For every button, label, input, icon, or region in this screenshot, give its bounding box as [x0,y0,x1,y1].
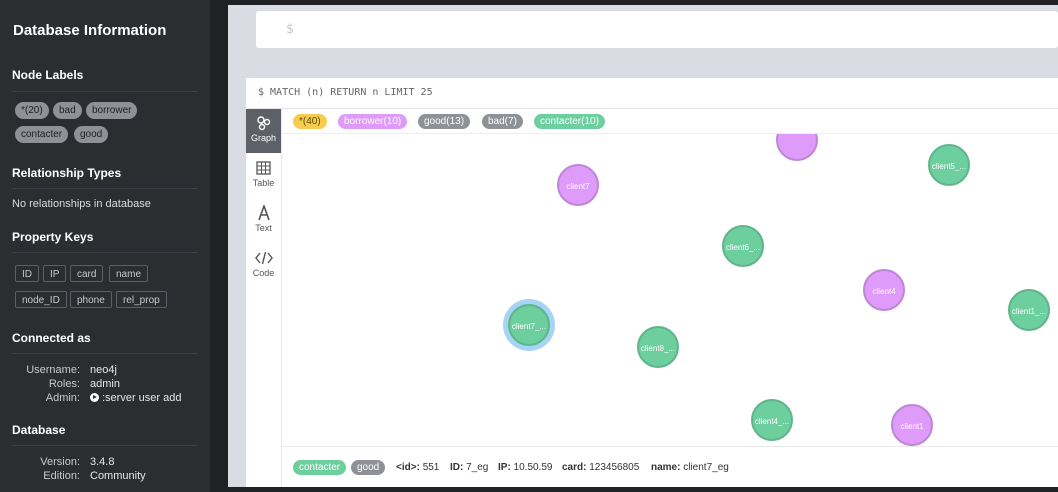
text-icon [257,205,270,221]
database-heading: Database [12,423,66,437]
tab-table[interactable]: Table [246,154,281,198]
node-label-good[interactable]: good [74,126,109,143]
graph-node[interactable]: client7 [557,164,599,206]
graph-node[interactable]: client8_... [637,326,679,368]
divider [12,353,197,354]
main-stream: $ $ MATCH (n) RETURN n LIMIT 25 Graph Ta… [228,5,1058,487]
tab-text[interactable]: Text [246,199,281,243]
edition-value: Community [90,470,146,482]
graph-node[interactable]: client4_... [751,399,793,441]
legend-label-all[interactable]: *(40) [293,114,327,129]
node-label-contacter[interactable]: contacter [15,126,69,143]
prop-internal-id: <id>: 551 [396,462,440,473]
server-user-add-text: :server user add [102,392,182,404]
property-keys-heading: Property Keys [12,230,94,244]
version-value: 3.4.8 [90,456,115,468]
connected-as-heading: Connected as [12,331,91,345]
legend-label-good[interactable]: good(13) [418,114,471,129]
property-key-id[interactable]: ID [15,265,39,282]
graph-canvas[interactable]: client5_... client7 client6_... client4 … [282,134,1058,446]
username-label: Username: [26,364,80,376]
tab-code[interactable]: Code [246,244,281,288]
frame-query[interactable]: $ MATCH (n) RETURN n LIMIT 25 [258,87,433,98]
version-label: Version: [40,456,80,468]
admin-label: Admin: [45,392,80,404]
username-value: neo4j [90,364,117,376]
frame-header: $ MATCH (n) RETURN n LIMIT 25 [246,78,1058,109]
graph-node[interactable]: client4 [863,269,905,311]
status-label-contacter[interactable]: contacter [293,460,347,475]
divider [12,252,197,253]
graph-node-selected[interactable]: client7_... [508,304,550,346]
play-icon [90,393,99,402]
roles-label: Roles: [48,378,80,390]
tab-table-label: Table [252,178,275,188]
label-legend: *(40) borrower(10) good(13) bad(7) conta… [282,109,1058,134]
property-key-name[interactable]: name [109,265,149,282]
prop-id: ID: 7_eg [450,462,489,473]
graph-node[interactable]: client5_... [928,144,970,186]
edition-label: Edition: [43,470,80,482]
divider [12,445,197,446]
code-icon [254,251,273,265]
graph-node[interactable] [776,134,818,161]
tab-graph[interactable]: Graph [246,109,281,153]
relationship-types-heading: Relationship Types [12,166,122,180]
prop-ip: IP: 10.50.59 [498,462,553,473]
prop-card: card: 123456805 [562,462,640,473]
cypher-editor[interactable]: $ [256,11,1058,48]
sidebar-title: Database Information [13,22,167,39]
property-key-card[interactable]: card [70,265,104,282]
node-label-bad[interactable]: bad [53,102,82,119]
server-user-add-link[interactable]: :server user add [90,392,181,404]
property-key-node-id[interactable]: node_ID [15,291,67,308]
database-info-sidebar: Database Information Node Labels *(20) b… [0,0,210,492]
node-label-all[interactable]: *(20) [15,102,49,119]
legend-label-contacter[interactable]: contacter(10) [534,114,605,129]
tab-text-label: Text [255,223,272,233]
graph-node[interactable]: client1_... [1008,289,1050,331]
node-properties-bar: contacter good <id>: 551 ID: 7_eg IP: 10… [282,446,1058,487]
roles-value: admin [90,378,120,390]
property-key-rel-prop[interactable]: rel_prop [116,291,167,308]
tab-code-label: Code [252,268,275,278]
no-relationships-text: No relationships in database [12,198,151,210]
view-tabs: Graph Table Text Code [246,109,282,487]
result-frame: $ MATCH (n) RETURN n LIMIT 25 Graph Tabl… [246,78,1058,487]
property-key-phone[interactable]: phone [70,291,112,308]
divider [12,188,197,189]
graph-node[interactable]: client6_... [722,225,764,267]
divider [12,91,197,92]
status-label-good[interactable]: good [351,460,386,475]
property-key-ip[interactable]: IP [43,265,67,282]
legend-label-bad[interactable]: bad(7) [482,114,523,129]
prop-name: name: client7_eg [651,462,729,473]
table-icon [256,161,271,175]
tab-graph-label: Graph [250,133,276,143]
graph-icon [256,116,270,131]
node-labels-heading: Node Labels [12,68,84,82]
node-label-borrower[interactable]: borrower [86,102,138,119]
legend-label-borrower[interactable]: borrower(10) [338,114,408,129]
graph-node[interactable]: client1 [891,404,933,446]
editor-prompt: $ [286,22,294,37]
